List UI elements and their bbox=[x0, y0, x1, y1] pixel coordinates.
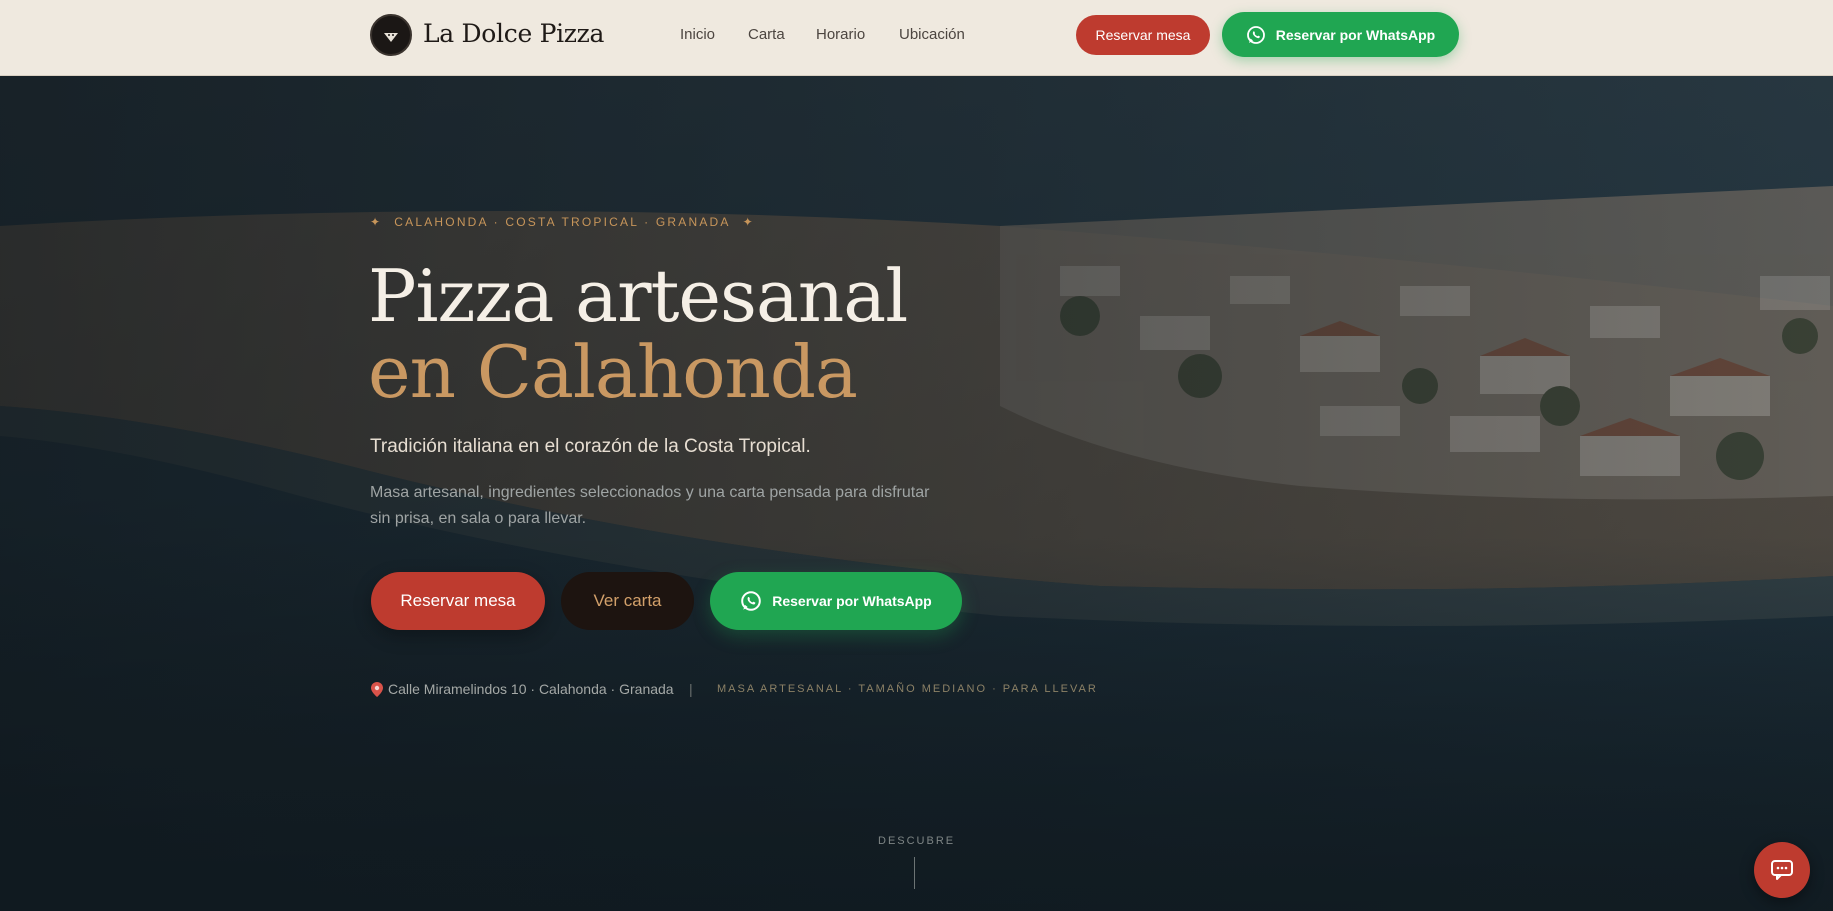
scroll-hint-label[interactable]: DESCUBRE bbox=[878, 835, 955, 847]
header-reserve-label: Reservar mesa bbox=[1095, 27, 1191, 43]
scroll-hint-line bbox=[914, 857, 915, 889]
hero-whatsapp-label: Reservar por WhatsApp bbox=[772, 593, 932, 609]
hero-features: MASA ARTESANAL · TAMAÑO MEDIANO · PARA L… bbox=[717, 683, 1098, 695]
hero-title-line1: Pizza artesanal bbox=[368, 254, 908, 338]
logo[interactable] bbox=[370, 14, 412, 56]
hero-eyebrow-text: CALAHONDA · COSTA TROPICAL · GRANADA bbox=[394, 215, 731, 229]
header-whatsapp-button[interactable]: Reservar por WhatsApp bbox=[1222, 12, 1459, 57]
hero-divider: | bbox=[689, 681, 693, 697]
brand-name[interactable]: La Dolce Pizza bbox=[423, 19, 604, 48]
hero-address: Calle Miramelindos 10 · Calahonda · Gran… bbox=[371, 681, 674, 697]
hero-reserve-label: Reservar mesa bbox=[400, 591, 516, 610]
nav-item-horario[interactable]: Horario bbox=[816, 26, 865, 43]
map-pin-icon bbox=[371, 681, 383, 697]
pizza-logo-icon bbox=[384, 33, 398, 42]
hero-eyebrow: ✦ CALAHONDA · COSTA TROPICAL · GRANADA ✦ bbox=[370, 215, 755, 229]
whatsapp-icon bbox=[1246, 25, 1265, 44]
hero-address-text: Calle Miramelindos 10 · Calahonda · Gran… bbox=[388, 681, 674, 697]
hero-menu-button[interactable]: Ver carta bbox=[561, 572, 694, 630]
hero-reserve-button[interactable]: Reservar mesa bbox=[371, 572, 545, 630]
nav-item-carta[interactable]: Carta bbox=[748, 26, 785, 43]
nav-item-ubicacion[interactable]: Ubicación bbox=[899, 26, 965, 43]
hero-whatsapp-button[interactable]: Reservar por WhatsApp bbox=[710, 572, 962, 630]
header-reserve-button[interactable]: Reservar mesa bbox=[1076, 15, 1210, 55]
hero-tagline: Tradición italiana en el corazón de la C… bbox=[370, 436, 811, 457]
whatsapp-icon bbox=[741, 591, 762, 611]
hero-section: ✦ CALAHONDA · COSTA TROPICAL · GRANADA ✦… bbox=[0, 76, 1833, 911]
site-header: La Dolce Pizza Inicio Carta Horario Ubic… bbox=[0, 0, 1833, 76]
header-whatsapp-label: Reservar por WhatsApp bbox=[1275, 26, 1436, 43]
star-icon: ✦ bbox=[370, 215, 383, 229]
star-icon: ✦ bbox=[742, 215, 755, 229]
hero-description: Masa artesanal, ingredientes seleccionad… bbox=[370, 484, 930, 527]
hero-menu-label: Ver carta bbox=[593, 591, 662, 610]
hero-title-line2: en Calahonda bbox=[368, 330, 858, 414]
chat-button[interactable] bbox=[1754, 842, 1810, 898]
chat-icon bbox=[1771, 860, 1793, 880]
nav-item-inicio[interactable]: Inicio bbox=[680, 26, 715, 43]
